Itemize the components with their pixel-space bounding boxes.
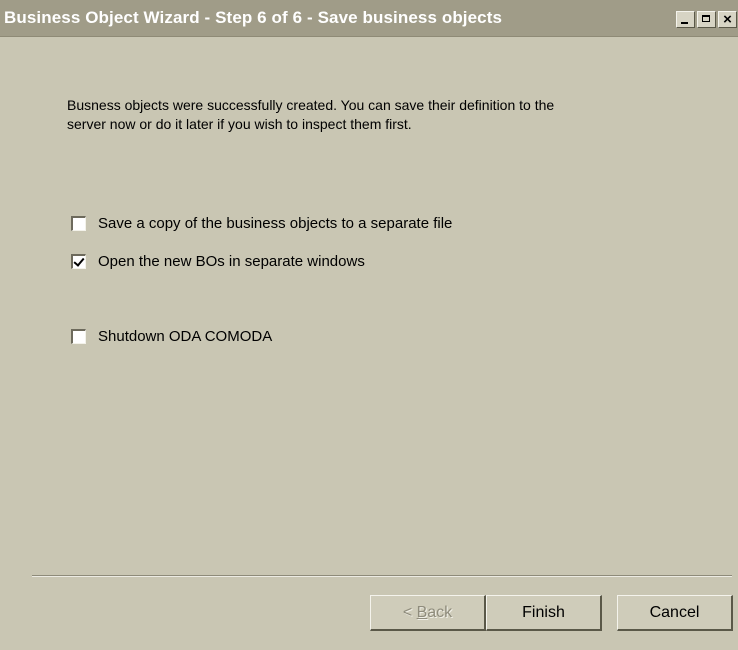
minimize-icon[interactable] bbox=[676, 11, 695, 28]
save-copy-label: Save a copy of the business objects to a… bbox=[98, 215, 453, 232]
back-rest: ack bbox=[427, 603, 453, 621]
button-separator bbox=[32, 575, 732, 577]
shutdown-oda-checkbox[interactable] bbox=[71, 329, 86, 344]
shutdown-oda-label: Shutdown ODA COMODA bbox=[98, 328, 273, 345]
finish-button[interactable]: Finish bbox=[486, 595, 602, 631]
window-controls: × bbox=[676, 11, 738, 28]
shutdown-oda-option[interactable]: Shutdown ODA COMODA bbox=[71, 328, 272, 345]
back-mnemonic: B bbox=[416, 603, 428, 621]
back-button[interactable]: < Back bbox=[370, 595, 486, 631]
intro-text: Busness objects were successfully create… bbox=[67, 96, 667, 134]
open-new-bos-checkbox[interactable] bbox=[71, 254, 86, 269]
close-icon[interactable]: × bbox=[718, 11, 737, 28]
save-copy-option[interactable]: Save a copy of the business objects to a… bbox=[71, 215, 452, 232]
intro-line-1: Busness objects were successfully create… bbox=[67, 97, 555, 113]
open-new-bos-label: Open the new BOs in separate windows bbox=[98, 253, 365, 270]
intro-line-2: server now or do it later if you wish to… bbox=[67, 116, 412, 132]
maximize-icon[interactable] bbox=[697, 11, 716, 28]
open-new-bos-option[interactable]: Open the new BOs in separate windows bbox=[71, 253, 365, 270]
wizard-window: Business Object Wizard - Step 6 of 6 - S… bbox=[0, 0, 738, 650]
window-title: Business Object Wizard - Step 6 of 6 - S… bbox=[4, 8, 503, 27]
title-bar[interactable]: Business Object Wizard - Step 6 of 6 - S… bbox=[0, 0, 738, 37]
back-prefix: < bbox=[402, 603, 417, 621]
save-copy-checkbox[interactable] bbox=[71, 216, 86, 231]
cancel-button[interactable]: Cancel bbox=[617, 595, 733, 631]
